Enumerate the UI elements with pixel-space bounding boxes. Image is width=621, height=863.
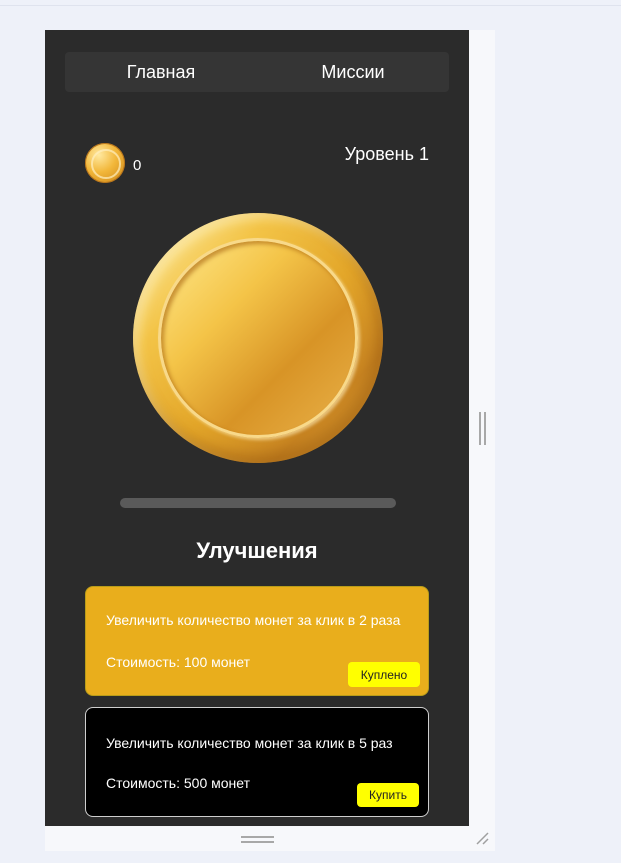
- upgrades-title: Улучшения: [196, 538, 318, 563]
- upgrade-cost: Стоимость: 500 монет: [106, 775, 250, 791]
- resize-grip-icon[interactable]: [474, 830, 490, 846]
- tap-coin-button[interactable]: [133, 213, 383, 463]
- clicker-app: Главная Миссии 0 Уровень 1 Улучшения Уве…: [45, 30, 469, 826]
- upgrade-card: Увеличить количество монет за клик в 5 р…: [85, 707, 429, 817]
- tab-home[interactable]: Главная: [65, 52, 257, 92]
- upgrade-card: Увеличить количество монет за клик в 2 р…: [85, 586, 429, 696]
- horizontal-resize-handle[interactable]: [241, 836, 274, 843]
- vertical-resize-handle[interactable]: [479, 412, 486, 445]
- purchased-button[interactable]: Куплено: [348, 662, 420, 687]
- upgrade-description: Увеличить количество монет за клик в 2 р…: [106, 612, 401, 628]
- buy-button[interactable]: Купить: [357, 783, 419, 807]
- level-progress-bar: [120, 498, 396, 508]
- balance-value: 0: [133, 156, 142, 174]
- upgrade-cost: Стоимость: 100 монет: [106, 654, 250, 670]
- top-navigation: Главная Миссии: [65, 52, 449, 92]
- level-label: Уровень 1: [344, 144, 429, 164]
- coin-icon: [85, 143, 125, 183]
- tab-missions[interactable]: Миссии: [257, 52, 449, 92]
- upgrade-description: Увеличить количество монет за клик в 5 р…: [106, 735, 393, 751]
- coin-balance: 0: [85, 143, 141, 183]
- coin-icon: [158, 238, 358, 438]
- browser-top-border: [0, 5, 621, 6]
